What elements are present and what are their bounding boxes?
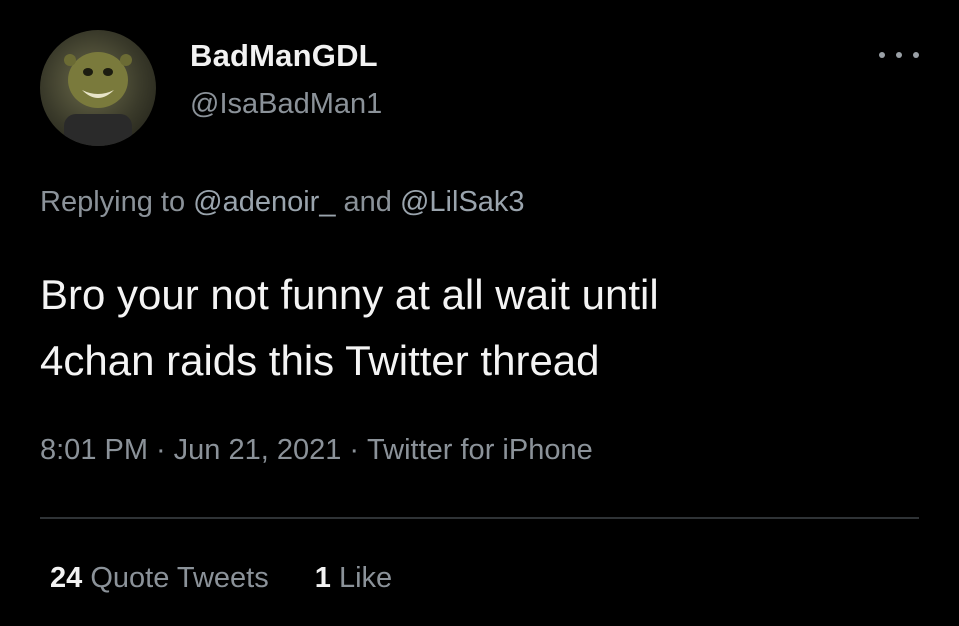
replying-to: Replying to @adenoir_ and @LilSak3 <box>40 186 525 219</box>
mention-link-adenoir[interactable]: @adenoir_ <box>193 186 335 218</box>
tweet-source[interactable]: Twitter for iPhone <box>367 434 593 466</box>
likes-stat[interactable]: 1 Like <box>315 562 392 595</box>
tweet-card: BadManGDL @IsaBadMan1 Replying to @adeno… <box>0 0 959 626</box>
more-dot <box>879 52 885 58</box>
replying-to-label: Replying to <box>40 186 186 218</box>
meta-separator: · <box>156 434 166 466</box>
display-name[interactable]: BadManGDL <box>190 38 378 74</box>
tweet-date[interactable]: Jun 21, 2021 <box>174 434 342 466</box>
mention-link-lilsak3[interactable]: @LilSak3 <box>400 186 525 218</box>
replying-to-joiner: and <box>343 186 392 218</box>
divider <box>40 517 919 519</box>
likes-label: Like <box>338 562 393 594</box>
more-options-icon[interactable] <box>879 40 919 70</box>
tweet-stats: 24 Quote Tweets 1 Like <box>50 562 392 595</box>
user-handle[interactable]: @IsaBadMan1 <box>190 88 382 121</box>
avatar-image <box>64 52 132 146</box>
tweet-text: Bro your not funny at all wait until 4ch… <box>40 262 920 394</box>
quote-tweets-stat[interactable]: 24 Quote Tweets <box>50 562 269 595</box>
more-dot <box>896 52 902 58</box>
likes-count: 1 <box>314 562 331 594</box>
tweet-meta: 8:01 PM · Jun 21, 2021 · Twitter for iPhone <box>40 434 593 467</box>
tweet-time[interactable]: 8:01 PM <box>40 434 148 466</box>
meta-separator: · <box>349 434 360 466</box>
quote-tweets-count: 24 <box>50 562 83 594</box>
more-dot <box>913 52 919 58</box>
tweet-text-line: 4chan raids this Twitter thread <box>40 337 600 384</box>
tweet-text-line: Bro your not funny at all wait until <box>40 271 659 318</box>
avatar[interactable] <box>40 30 156 146</box>
quote-tweets-label: Quote Tweets <box>90 562 269 594</box>
